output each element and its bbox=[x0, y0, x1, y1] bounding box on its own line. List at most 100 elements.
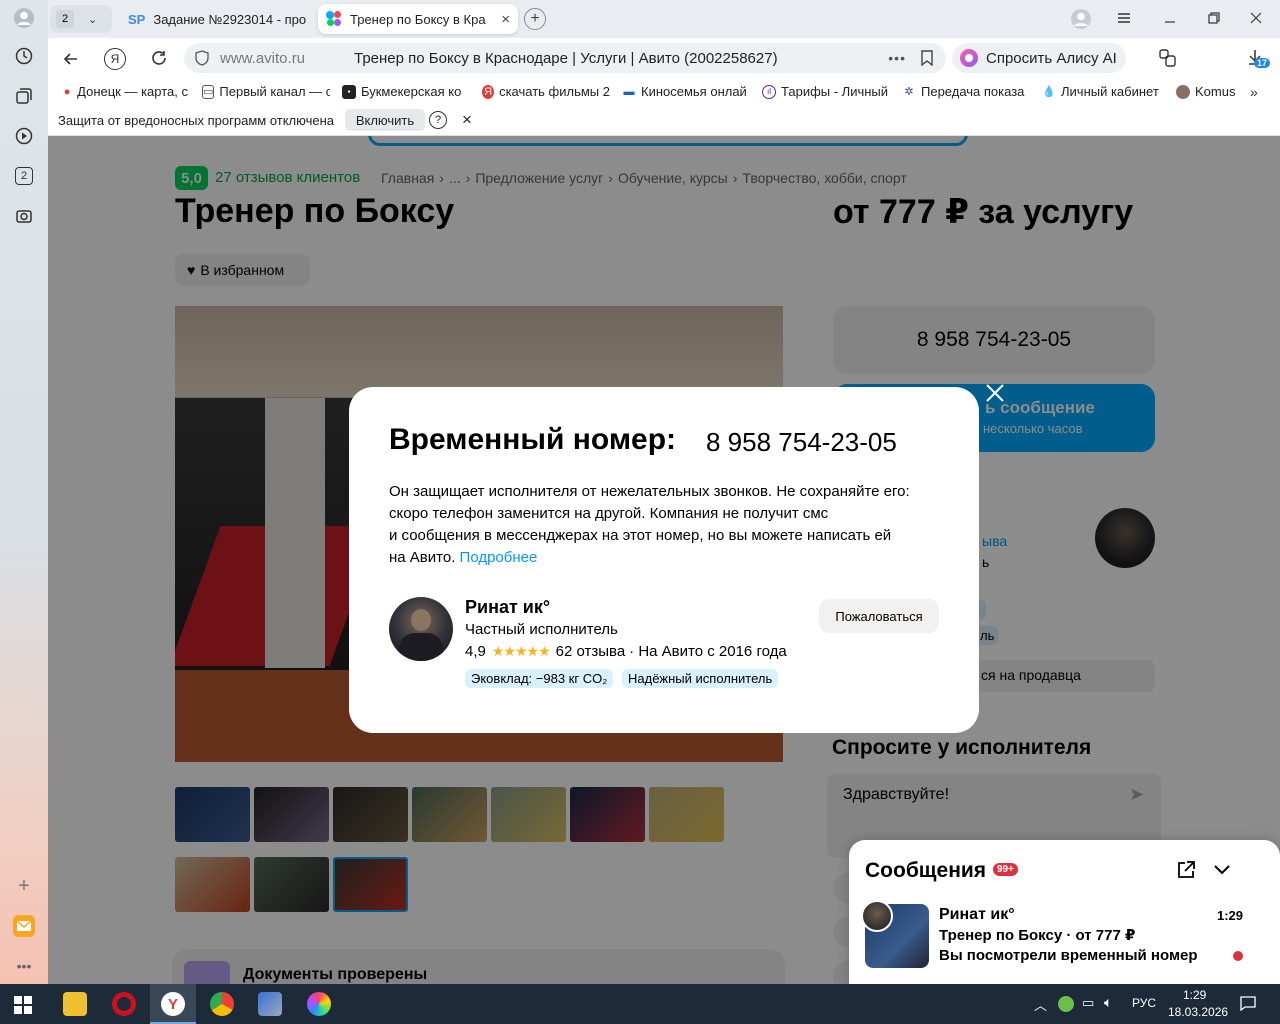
clock-date[interactable]: 18.03.2026 bbox=[1168, 1005, 1228, 1019]
opera-icon[interactable] bbox=[112, 992, 136, 1016]
more-info-link[interactable]: Подробнее bbox=[460, 549, 538, 566]
sp-favicon-icon: SP bbox=[128, 11, 146, 27]
ask-alice-label: Спросить Алису AI bbox=[986, 49, 1117, 67]
network-icon[interactable]: ▭ bbox=[1082, 995, 1094, 1011]
bookmark-item[interactable]: ● Донецк — карта, с bbox=[62, 84, 188, 99]
bookmark-item[interactable]: 💧 Личный кабинет bbox=[1042, 84, 1166, 99]
counter-badge-icon[interactable]: 2 bbox=[12, 164, 36, 188]
seller-avatar[interactable] bbox=[389, 597, 453, 661]
seller-name[interactable]: Ринат ик° bbox=[465, 597, 550, 618]
snipping-tool-icon[interactable] bbox=[258, 992, 282, 1016]
address-input[interactable]: www.avito.ru Тренер по Боксу в Краснодар… bbox=[184, 43, 946, 73]
downloads-icon[interactable]: 17 bbox=[1246, 48, 1271, 72]
tab-count: 2 bbox=[56, 10, 74, 28]
tab-task-label: Задание №2923014 - про bbox=[153, 11, 307, 27]
chat-thumbnail[interactable] bbox=[861, 900, 929, 968]
bookmark-item[interactable]: ✲ Передача показа bbox=[902, 84, 1030, 99]
screenshot-icon[interactable] bbox=[12, 204, 36, 228]
bookmark-label: Донецк — карта, с bbox=[77, 84, 188, 99]
minimize-icon[interactable] bbox=[1162, 10, 1178, 26]
more-actions-icon[interactable]: ••• bbox=[888, 50, 906, 66]
yandex-icon[interactable]: Я bbox=[104, 48, 126, 70]
yandex-browser-icon: Y bbox=[161, 992, 185, 1016]
tray-app-icon[interactable] bbox=[1058, 996, 1074, 1012]
report-button[interactable]: Пожаловаться bbox=[819, 599, 939, 633]
show-hidden-icons[interactable]: ︿ bbox=[1034, 995, 1047, 1014]
navigation-bar: Я www.avito.ru Тренер по Боксу в Краснод… bbox=[48, 38, 1280, 78]
windows-start-icon[interactable] bbox=[14, 996, 32, 1014]
counter-badge-label: 2 bbox=[15, 167, 33, 185]
chrome-icon[interactable] bbox=[210, 992, 234, 1016]
close-modal-icon[interactable] bbox=[985, 383, 1005, 403]
account-icon[interactable] bbox=[1070, 8, 1092, 30]
eco-badge[interactable]: Эковклад: −983 кг CO₂ bbox=[465, 669, 614, 688]
seller-rating-value: 4,9 bbox=[465, 643, 486, 660]
chat-time: 1:29 bbox=[1217, 908, 1244, 923]
bookmark-item[interactable]: ıl Тарифы - Личный bbox=[762, 84, 890, 99]
bookmark-item[interactable]: ▭ Первый канал — с bbox=[202, 84, 330, 99]
downloads-badge: 17 bbox=[1254, 58, 1271, 68]
infobar-message: Защита от вредоносных программ отключена bbox=[58, 113, 335, 128]
profile-icon[interactable] bbox=[12, 6, 36, 30]
bookmark-icon[interactable] bbox=[920, 50, 934, 67]
bookmark-item[interactable]: Яскачать фильмы 2 bbox=[482, 84, 610, 99]
new-tab-button[interactable]: + bbox=[524, 8, 546, 30]
enable-protection-button[interactable]: Включить bbox=[345, 109, 425, 131]
tab-avito-label: Тренер по Боксу в Кра bbox=[350, 11, 486, 27]
chat-avatar bbox=[861, 900, 893, 932]
close-tab-icon[interactable]: × bbox=[501, 11, 510, 28]
file-explorer-icon[interactable] bbox=[63, 992, 87, 1016]
menu-icon[interactable] bbox=[1116, 10, 1132, 26]
alice-icon bbox=[960, 49, 978, 67]
bookmark-label: скачать фильмы 2 bbox=[499, 84, 610, 99]
modal-description: Он защищает исполнителя от нежелательных… bbox=[389, 481, 949, 569]
open-external-icon[interactable] bbox=[1176, 860, 1196, 880]
bookmark-label: Komus bbox=[1195, 84, 1236, 99]
page-title-in-address: Тренер по Боксу в Краснодаре | Услуги | … bbox=[354, 49, 778, 67]
temporary-number-modal: Временный номер: 8 958 754-23-05 Он защи… bbox=[349, 384, 1004, 733]
yandex-favicon-icon: Я bbox=[482, 84, 495, 99]
add-panel-icon[interactable]: + bbox=[12, 874, 36, 898]
extensions-icon[interactable] bbox=[1158, 48, 1178, 68]
bookmark-item[interactable]: ▪ Букмекерская ко bbox=[342, 84, 470, 99]
seller-reviews-count[interactable]: 62 отзыва bbox=[556, 643, 626, 660]
collapse-chevron-icon[interactable] bbox=[1212, 862, 1232, 878]
color-app-icon[interactable] bbox=[307, 992, 331, 1016]
reload-icon[interactable] bbox=[150, 49, 168, 67]
collections-icon[interactable] bbox=[12, 84, 36, 108]
history-icon[interactable] bbox=[12, 44, 36, 68]
bookmark-item[interactable]: Komus bbox=[1176, 84, 1238, 99]
notifications-icon[interactable] bbox=[1240, 995, 1256, 1012]
bookmarks-overflow-icon[interactable]: » bbox=[1250, 84, 1258, 100]
chat-subject: Тренер по Боксу · от 777 ₽ bbox=[939, 927, 1136, 944]
bookmark-label: Передача показа bbox=[921, 84, 1025, 99]
meter-icon: ✲ bbox=[904, 86, 914, 98]
ask-alice-button[interactable]: Спросить Алису AI bbox=[952, 43, 1126, 73]
unread-dot bbox=[1233, 951, 1243, 961]
yandex-browser-taskbar-button[interactable]: Y bbox=[150, 984, 196, 1024]
close-infobar-icon[interactable]: × bbox=[462, 110, 472, 130]
tab-group-button[interactable]: 2 ⌄ bbox=[50, 5, 112, 33]
avito-favicon-icon bbox=[326, 11, 342, 27]
seller-rating-row: 4,9 ★★★★★ 62 отзыва · На Авито с 2016 го… bbox=[465, 643, 787, 660]
reliable-badge[interactable]: Надёжный исполнитель bbox=[622, 669, 779, 688]
input-language[interactable]: РУС bbox=[1132, 996, 1156, 1010]
map-pin-icon: ● bbox=[63, 85, 71, 98]
restore-icon[interactable] bbox=[1206, 10, 1222, 26]
more-icon[interactable]: ••• bbox=[12, 954, 36, 978]
video-icon[interactable] bbox=[12, 124, 36, 148]
tab-avito[interactable]: Тренер по Боксу в Кра × bbox=[318, 4, 518, 34]
browser-sidebar: 2 + ••• bbox=[0, 0, 48, 984]
monitor-icon: ▬ bbox=[623, 85, 635, 98]
mail-icon[interactable] bbox=[12, 914, 36, 938]
water-drop-icon: 💧 bbox=[1042, 86, 1056, 98]
betting-icon: ▪ bbox=[342, 84, 356, 99]
bookmark-item[interactable]: ▬ Киносемья онлай bbox=[622, 84, 750, 99]
back-icon[interactable] bbox=[62, 50, 80, 68]
bookmark-label: Тарифы - Личный bbox=[781, 84, 889, 99]
help-icon[interactable]: ? bbox=[429, 111, 447, 129]
close-window-icon[interactable] bbox=[1248, 10, 1264, 26]
bookmark-label: Киносемья онлай bbox=[641, 84, 747, 99]
clock-time[interactable]: 1:29 bbox=[1183, 988, 1206, 1002]
volume-icon[interactable]: 🔈︎ bbox=[1104, 994, 1112, 1011]
